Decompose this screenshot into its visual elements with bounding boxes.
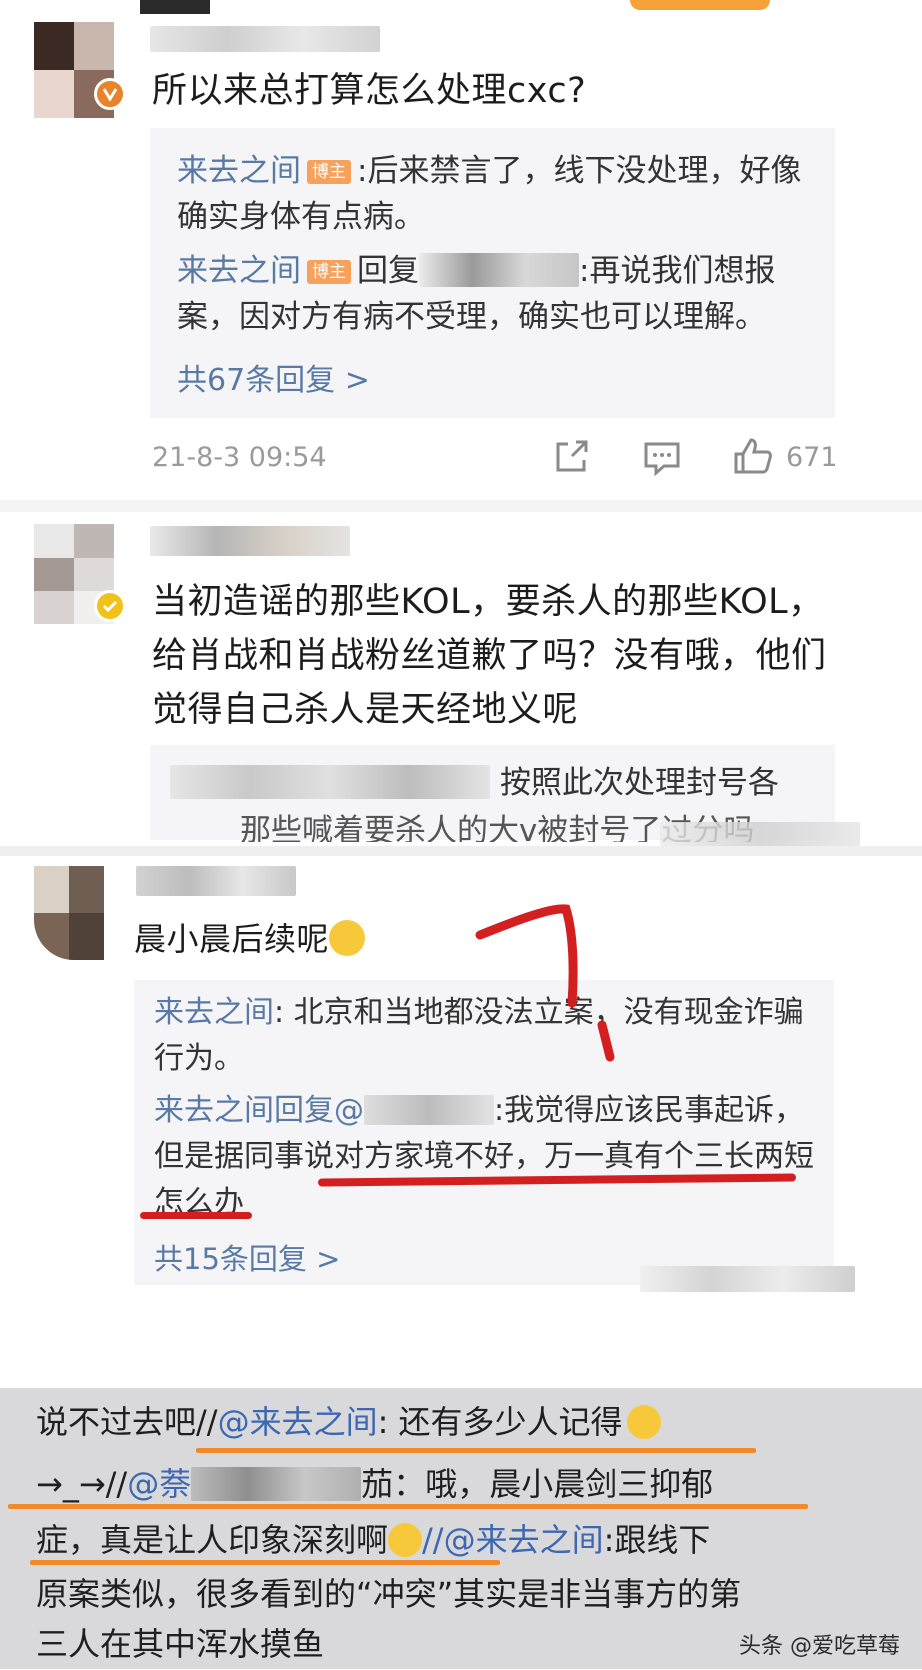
orange-underline — [30, 1560, 500, 1565]
divider — [0, 500, 922, 512]
repost-line: 原案类似，很多看到的“冲突”其实是非当事方的第 — [36, 1575, 742, 1613]
reply-text-cont: 确实身体有点病。 — [177, 199, 425, 235]
timestamp: 21-8-3 09:54 — [152, 442, 327, 473]
share-icon[interactable] — [552, 438, 592, 480]
username-blurred[interactable] — [150, 526, 350, 556]
blurred-reply-user — [170, 765, 490, 799]
comment-text: 当初造谣的那些KOL，要杀人的那些KOL， 给肖战和肖战粉丝道歉了吗？没有哦，他… — [152, 575, 827, 737]
blurred-mention — [364, 1095, 494, 1125]
red-annotation-mark — [475, 904, 615, 1062]
reply-username[interactable]: 来去之间 — [177, 253, 301, 289]
verified-badge-icon — [94, 78, 126, 110]
grin-face-icon — [388, 1523, 423, 1557]
repost-line: →_→//@萘 茄：哦，晨小晨剑三抑郁 — [36, 1465, 714, 1503]
watermark-fragment — [640, 1266, 855, 1292]
repost-panel[interactable]: 说不过去吧//@来去之间: 还有多少人记得 →_→//@萘 茄：哦，晨小晨剑三抑郁… — [0, 1388, 922, 1669]
smirk-face-icon — [626, 1405, 661, 1439]
verified-badge-icon — [94, 590, 126, 622]
top-avatar-fragment — [140, 0, 210, 14]
orange-underline — [8, 1504, 808, 1509]
username-blurred[interactable] — [150, 26, 380, 52]
orange-underline — [196, 1448, 756, 1453]
top-orange-fragment — [630, 0, 770, 10]
blogger-tag: 博主 — [307, 160, 351, 184]
username-blurred[interactable] — [136, 866, 296, 896]
hungry-face-icon — [329, 920, 366, 956]
watermark-fragment — [660, 822, 860, 846]
reply-text-cont: 案，因对方有病不受理，确实也可以理解。 — [177, 299, 766, 335]
watermark: 头条 @爱吃草莓 — [739, 1634, 900, 1659]
repost-line: 症，真是让人印象深刻啊//@来去之间:跟线下 — [36, 1521, 711, 1559]
avatar[interactable] — [34, 866, 104, 960]
divider — [0, 846, 922, 856]
blogger-tag: 博主 — [307, 260, 351, 284]
reply-username[interactable]: 来去之间 — [154, 995, 274, 1030]
blurred-mention — [419, 253, 579, 287]
reply-text: 按照此次处理封号各 — [500, 765, 779, 801]
repost-line: 说不过去吧//@来去之间: 还有多少人记得 — [36, 1396, 661, 1448]
more-replies-link[interactable]: 共67条回复 > — [177, 355, 370, 399]
comment-line: 给肖战和肖战粉丝道歉了吗？没有哦，他们 — [152, 636, 827, 676]
comment-text: 所以来总打算怎么处理cxc? — [152, 71, 587, 111]
more-replies-link[interactable]: 共15条回复 > — [154, 1236, 340, 1278]
reply-text: :我觉得应该民事起诉， — [494, 1093, 805, 1128]
reply-text: :后来禁言了，线下没处理，好像 — [357, 153, 802, 189]
red-underline — [140, 1212, 252, 1219]
comment-text: 晨小晨后续呢 — [134, 912, 366, 966]
reply-item[interactable]: 来去之间回复@:我觉得应该民事起诉， 但是据同事说对方家境不好，万一真有个三长两… — [154, 1088, 844, 1226]
comment-line: 觉得自己杀人是天经地义呢 — [152, 690, 579, 730]
reply-username[interactable]: 来去之间 — [154, 1093, 274, 1128]
like-icon[interactable] — [732, 436, 774, 480]
like-count: 671 — [786, 442, 838, 473]
reply-item[interactable]: 来去之间 博主 回复 :再说我们想报 案，因对方有病不受理，确实也可以理解。 — [177, 248, 827, 340]
blurred-mention — [191, 1467, 362, 1501]
reply-item[interactable]: 来去之间 博主:后来禁言了，线下没处理，好像 确实身体有点病。 — [177, 148, 827, 240]
comment-icon[interactable] — [642, 440, 682, 480]
reply-text-cont: 行为。 — [154, 1041, 244, 1076]
repost-line: 三人在其中浑水摸鱼 — [36, 1625, 325, 1663]
reply-username[interactable]: 来去之间 — [177, 153, 301, 189]
comment-line: 当初造谣的那些KOL，要杀人的那些KOL， — [152, 582, 824, 622]
reply-text-cont: 但是据同事说对方家境不好，万一真有个三长两短 — [154, 1139, 814, 1174]
reply-text: 回复 — [357, 253, 419, 289]
reply-text: :再说我们想报 — [579, 253, 776, 289]
